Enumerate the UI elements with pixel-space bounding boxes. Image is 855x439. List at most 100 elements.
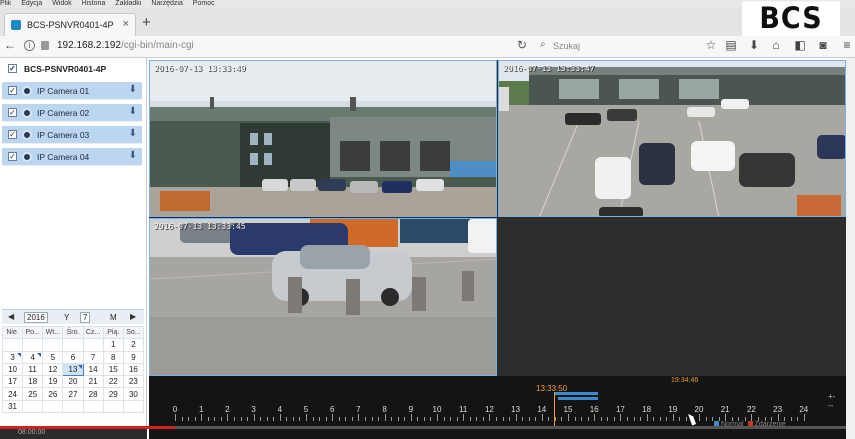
calendar-day[interactable]: 1 bbox=[102, 338, 124, 352]
calendar-day[interactable]: 7 bbox=[82, 350, 104, 364]
timeline-minor-tick bbox=[679, 417, 681, 421]
menu-item-tools[interactable]: Narzędzia bbox=[151, 0, 183, 7]
camera-checkbox[interactable]: ✓ bbox=[8, 130, 17, 139]
download-icon[interactable]: ⬇ bbox=[129, 150, 137, 161]
bookmark-star-icon[interactable]: ☆ bbox=[704, 38, 718, 52]
camera-row-03[interactable]: ✓ IP Camera 03 ⬇ bbox=[2, 126, 142, 144]
timeline-zoom-controls[interactable]: +- -- bbox=[828, 392, 835, 410]
video-tile-camera-02[interactable]: 2016-07-13 13:33:47 bbox=[498, 60, 846, 217]
back-arrow-icon[interactable]: ← bbox=[4, 38, 16, 52]
download-icon[interactable]: ⬇ bbox=[747, 38, 761, 52]
timeline-minor-tick bbox=[299, 417, 301, 421]
video-tile-camera-01[interactable]: 2016-07-13 13:33:49 bbox=[149, 60, 497, 217]
calendar-day[interactable]: 21 bbox=[82, 375, 104, 389]
calendar-day[interactable]: 12 bbox=[42, 362, 64, 377]
calendar-day[interactable]: 19 bbox=[42, 375, 64, 389]
calendar-day[interactable]: 4 bbox=[22, 350, 44, 364]
calendar-day[interactable]: 31 bbox=[1, 399, 24, 414]
year-select[interactable]: 2016 bbox=[24, 312, 48, 323]
calendar-day[interactable]: 24 bbox=[1, 387, 24, 401]
timeline-minor-tick bbox=[581, 417, 583, 421]
download-icon[interactable]: ⬇ bbox=[129, 106, 137, 117]
calendar-day[interactable]: 14 bbox=[82, 362, 104, 377]
zoom-out-icon[interactable]: -- bbox=[828, 401, 835, 410]
download-icon[interactable]: ⬇ bbox=[129, 128, 137, 139]
calendar-day[interactable]: 27 bbox=[62, 387, 84, 401]
home-icon[interactable]: ⌂ bbox=[769, 38, 783, 52]
camera-row-02[interactable]: ✓ IP Camera 02 ⬇ bbox=[2, 104, 142, 122]
menu-item-help[interactable]: Pomoc bbox=[193, 0, 215, 7]
video-timestamp: 2016-07-13 13:33:45 bbox=[154, 222, 246, 231]
camera-checkbox[interactable]: ✓ bbox=[8, 108, 17, 117]
camera-checkbox[interactable]: ✓ bbox=[8, 152, 17, 161]
video-progress-played[interactable] bbox=[0, 426, 175, 429]
tab-close-icon[interactable]: × bbox=[123, 18, 129, 30]
camera-checkbox[interactable]: ✓ bbox=[8, 86, 17, 95]
timeline-hour-label: 5 bbox=[303, 405, 309, 414]
hamburger-menu-icon[interactable]: ≡ bbox=[840, 38, 854, 52]
timeline-minor-tick bbox=[633, 417, 635, 421]
calendar-day[interactable]: 2 bbox=[122, 338, 145, 352]
timeline-major-tick bbox=[672, 414, 674, 421]
calendar-day[interactable]: 20 bbox=[62, 375, 84, 389]
calendar-day[interactable]: 29 bbox=[102, 387, 124, 401]
next-month-arrow-icon[interactable]: ▶ bbox=[130, 312, 136, 321]
timeline-minor-tick bbox=[522, 417, 524, 421]
calendar-day[interactable]: 10 bbox=[1, 362, 24, 377]
calendar-day[interactable]: 18 bbox=[22, 375, 44, 389]
calendar-day[interactable]: 3 bbox=[1, 350, 24, 364]
calendar-day[interactable]: 17 bbox=[1, 375, 24, 389]
calendar-day[interactable]: 15 bbox=[102, 362, 124, 377]
info-icon[interactable]: i bbox=[24, 40, 35, 51]
calendar-day[interactable]: 16 bbox=[122, 362, 145, 377]
menu-item-bookmarks[interactable]: Zakładki bbox=[115, 0, 141, 7]
year-label: Y bbox=[64, 313, 70, 322]
page-scrollbar[interactable] bbox=[846, 58, 855, 439]
zoom-in-icon[interactable]: +- bbox=[828, 392, 835, 401]
current-time-marker[interactable] bbox=[554, 392, 555, 426]
timeline-minor-tick bbox=[548, 417, 550, 421]
calendar-day[interactable]: 23 bbox=[122, 375, 145, 389]
video-progress-remaining[interactable] bbox=[175, 426, 855, 429]
weekday-header: Po... bbox=[22, 325, 44, 340]
reload-icon[interactable]: ↻ bbox=[517, 38, 527, 52]
new-tab-button[interactable]: + bbox=[142, 14, 151, 31]
calendar-day[interactable]: 13 bbox=[62, 362, 84, 377]
menu-item-edit[interactable]: Edycja bbox=[21, 0, 42, 7]
timeline-minor-tick bbox=[371, 417, 373, 421]
clipboard-icon[interactable]: ▤ bbox=[724, 38, 738, 52]
calendar-day[interactable]: 8 bbox=[102, 350, 124, 364]
camera-row-01[interactable]: ✓ IP Camera 01 ⬇ bbox=[2, 82, 142, 100]
menu-item-view[interactable]: Widok bbox=[52, 0, 71, 7]
calendar-day[interactable]: 30 bbox=[122, 387, 145, 401]
calendar-day[interactable]: 28 bbox=[82, 387, 104, 401]
video-tile-camera-03[interactable]: 2016-07-13 13:33:45 bbox=[149, 218, 497, 376]
calendar-day[interactable]: 25 bbox=[22, 387, 44, 401]
calendar-day[interactable]: 9 bbox=[122, 350, 145, 364]
prev-year-arrow-icon[interactable]: ◀ bbox=[8, 312, 14, 321]
timeline-major-tick bbox=[279, 414, 281, 421]
month-select[interactable]: 7 bbox=[80, 312, 91, 323]
menu-item-file[interactable]: Plik bbox=[0, 0, 11, 7]
calendar-day[interactable]: 6 bbox=[62, 350, 84, 364]
recording-segment[interactable] bbox=[558, 397, 598, 400]
timeline-minor-tick bbox=[194, 417, 196, 421]
url-field[interactable]: 192.168.2.192/cgi-bin/main-cgi bbox=[57, 40, 194, 51]
calendar-day[interactable]: 5 bbox=[42, 350, 64, 364]
device-checkbox[interactable]: ✓ bbox=[8, 64, 17, 73]
menu-item-history[interactable]: Historia bbox=[82, 0, 106, 7]
search-input[interactable]: ⌕ Szukaj bbox=[536, 38, 696, 54]
calendar-day[interactable]: 22 bbox=[102, 375, 124, 389]
timeline-hour-label: 9 bbox=[408, 405, 414, 414]
sync-icon[interactable]: ◧ bbox=[793, 38, 807, 52]
pocket-icon[interactable]: ◙ bbox=[816, 38, 830, 52]
download-icon[interactable]: ⬇ bbox=[129, 84, 137, 95]
browser-tab[interactable]: BCS-PSNVR0401-4P × bbox=[4, 13, 136, 36]
calendar-day[interactable]: 26 bbox=[42, 387, 64, 401]
device-row[interactable]: ✓ BCS-PSNVR0401-4P bbox=[2, 60, 143, 78]
video-tile-empty[interactable] bbox=[498, 218, 846, 376]
camera-row-04[interactable]: ✓ IP Camera 04 ⬇ bbox=[2, 148, 142, 166]
calendar-day[interactable]: 11 bbox=[22, 362, 44, 377]
timeline-major-tick bbox=[253, 414, 255, 421]
timeline-hour-label: 21 bbox=[720, 405, 730, 414]
